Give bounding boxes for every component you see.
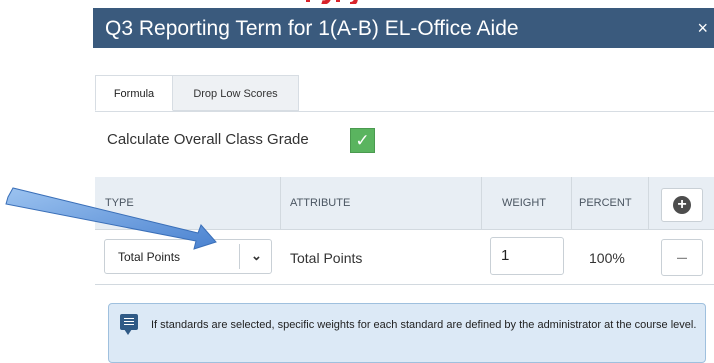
info-text: If standards are selected, specific weig…	[151, 319, 697, 331]
calculate-overall-checkbox[interactable]: ✓	[350, 128, 375, 153]
annotation-red-text-fragment	[306, 0, 358, 4]
type-select-value: Total Points	[118, 250, 181, 264]
column-header-weight: WEIGHT	[502, 197, 546, 209]
select-divider	[239, 244, 240, 269]
weight-input[interactable]: 1	[490, 237, 564, 275]
chevron-down-icon: ⌄	[251, 248, 262, 263]
comment-icon	[120, 314, 138, 335]
checkmark-icon: ✓	[355, 131, 370, 150]
dialog-title: Q3 Reporting Term for 1(A-B) EL-Office A…	[105, 17, 519, 40]
plus-circle-icon: +	[673, 196, 691, 214]
table-header: TYPE ATTRIBUTE WEIGHT PERCENT	[95, 177, 714, 230]
tab-drop-low-scores[interactable]: Drop Low Scores	[173, 75, 299, 111]
close-icon[interactable]: ×	[697, 18, 708, 39]
column-header-type: TYPE	[105, 197, 134, 209]
info-alert: If standards are selected, specific weig…	[108, 303, 706, 363]
tab-formula[interactable]: Formula	[95, 75, 173, 111]
percent-value: 100%	[589, 250, 625, 266]
add-row-button[interactable]: +	[661, 188, 703, 222]
attribute-value: Total Points	[290, 250, 363, 266]
calculate-overall-label: Calculate Overall Class Grade	[107, 131, 309, 148]
column-header-attribute: ATTRIBUTE	[290, 197, 351, 209]
type-select[interactable]: Total Points ⌄	[104, 239, 272, 274]
tab-divider	[95, 111, 714, 112]
remove-row-button[interactable]: –	[661, 239, 703, 276]
dialog-header: Q3 Reporting Term for 1(A-B) EL-Office A…	[93, 8, 714, 48]
column-header-percent: PERCENT	[579, 197, 632, 209]
